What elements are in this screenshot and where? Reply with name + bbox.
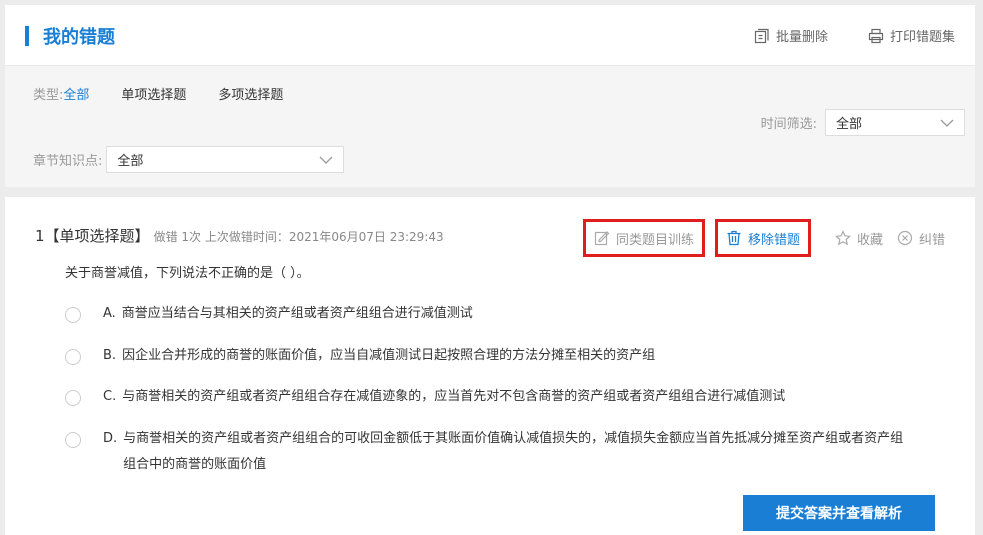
page-header: 我的错题 批量删除 打印错题集: [5, 5, 975, 66]
chevron-down-icon: [940, 119, 954, 127]
report-error-button[interactable]: 纠错: [897, 229, 945, 248]
type-filter: 类型: 全部 单项选择题 多项选择题: [33, 84, 315, 103]
chapter-filter-select[interactable]: 全部: [106, 146, 345, 173]
error-circle-icon: [897, 230, 913, 246]
time-filter-select[interactable]: 全部: [825, 109, 965, 136]
time-filter: 时间筛选: 全部: [761, 109, 965, 136]
time-filter-label: 时间筛选:: [760, 117, 817, 132]
remove-wrong-question-label: 移除错题: [747, 232, 800, 248]
page-title: 我的错题: [43, 27, 115, 48]
option-c-text: 与商誉相关的资产组或者资产组组合存在减值迹象的，应当首先对不包含商誉的资产组或者…: [122, 389, 786, 404]
option-d-text: 与商誉相关的资产组或者资产组组合的可收回金额低于其账面价值确认减值损失的，减值损…: [123, 431, 904, 472]
chapter-filter-value: 全部: [117, 154, 144, 169]
type-option-all[interactable]: 全部: [63, 84, 89, 103]
question-meta: 做错 1次 上次做错时间：2021年06月07日 23:29:43: [153, 230, 444, 244]
option-b[interactable]: B. 因企业合并形成的商誉的账面价值，应当自减值测试日起按照合理的方法分摊至相关…: [65, 348, 655, 365]
option-d-letter: D.: [103, 431, 118, 446]
option-c-radio[interactable]: [65, 390, 81, 406]
option-b-radio[interactable]: [65, 349, 81, 365]
trash-icon: [726, 230, 742, 246]
option-b-text: 因企业合并形成的商誉的账面价值，应当自减值测试日起按照合理的方法分摊至相关的资产…: [122, 348, 656, 363]
option-c-letter: C.: [103, 389, 117, 404]
batch-delete-icon: [754, 28, 770, 44]
similar-training-button[interactable]: 同类题目训练: [582, 219, 705, 257]
question-header: 1 【单项选择题】 做错 1次 上次做错时间：2021年06月07日 23:29…: [35, 225, 444, 246]
option-c[interactable]: C. 与商誉相关的资产组或者资产组组合存在减值迹象的，应当首先对不包含商誉的资产…: [65, 389, 785, 406]
favorite-label: 收藏: [856, 232, 883, 248]
favorite-button[interactable]: 收藏: [834, 229, 883, 248]
question-stem: 关于商誉减值，下列说法不正确的是（ ）。: [65, 266, 310, 281]
print-wrong-set-button[interactable]: 打印错题集: [868, 26, 955, 45]
edit-icon: [594, 230, 610, 246]
question-actions: 同类题目训练 移除错题 收藏 纠错: [582, 219, 945, 257]
title-accent-bar: [25, 26, 29, 46]
option-a-text: 商誉应当结合与其相关的资产组或者资产组组合进行减值测试: [121, 306, 473, 321]
type-filter-label: 类型:: [33, 88, 64, 103]
remove-wrong-question-button[interactable]: 移除错题: [714, 219, 811, 257]
submit-and-view-analysis-button[interactable]: 提交答案并查看解析: [743, 495, 935, 531]
option-d[interactable]: D. 与商誉相关的资产组或者资产组组合的可收回金额低于其账面价值确认减值损失的，…: [65, 431, 925, 478]
question-number: 1: [35, 227, 45, 245]
question-panel: 1 【单项选择题】 做错 1次 上次做错时间：2021年06月07日 23:29…: [5, 197, 975, 535]
star-icon: [834, 230, 851, 246]
option-b-letter: B.: [103, 348, 117, 363]
type-option-multiple-choice[interactable]: 多项选择题: [218, 84, 283, 103]
batch-delete-button[interactable]: 批量删除: [754, 26, 828, 45]
chevron-down-icon: [319, 156, 333, 164]
option-a[interactable]: A. 商誉应当结合与其相关的资产组或者资产组组合进行减值测试: [65, 306, 473, 323]
chapter-filter: 章节知识点: 全部: [33, 146, 345, 173]
printer-icon: [868, 28, 884, 44]
option-d-radio[interactable]: [65, 432, 81, 448]
chapter-filter-label: 章节知识点:: [33, 154, 103, 169]
option-a-radio[interactable]: [65, 307, 81, 323]
report-error-label: 纠错: [918, 232, 945, 248]
question-type: 【单项选择题】: [44, 227, 150, 245]
type-option-single-choice[interactable]: 单项选择题: [121, 84, 186, 103]
print-wrong-set-label: 打印错题集: [889, 30, 955, 45]
batch-delete-label: 批量删除: [775, 30, 828, 45]
time-filter-value: 全部: [836, 117, 863, 132]
filter-panel: 我的错题 批量删除 打印错题集 类型: 全部 单项选择题 多项选择题 时间筛选:…: [5, 5, 975, 187]
similar-training-label: 同类题目训练: [615, 232, 694, 248]
option-a-letter: A.: [103, 306, 116, 321]
